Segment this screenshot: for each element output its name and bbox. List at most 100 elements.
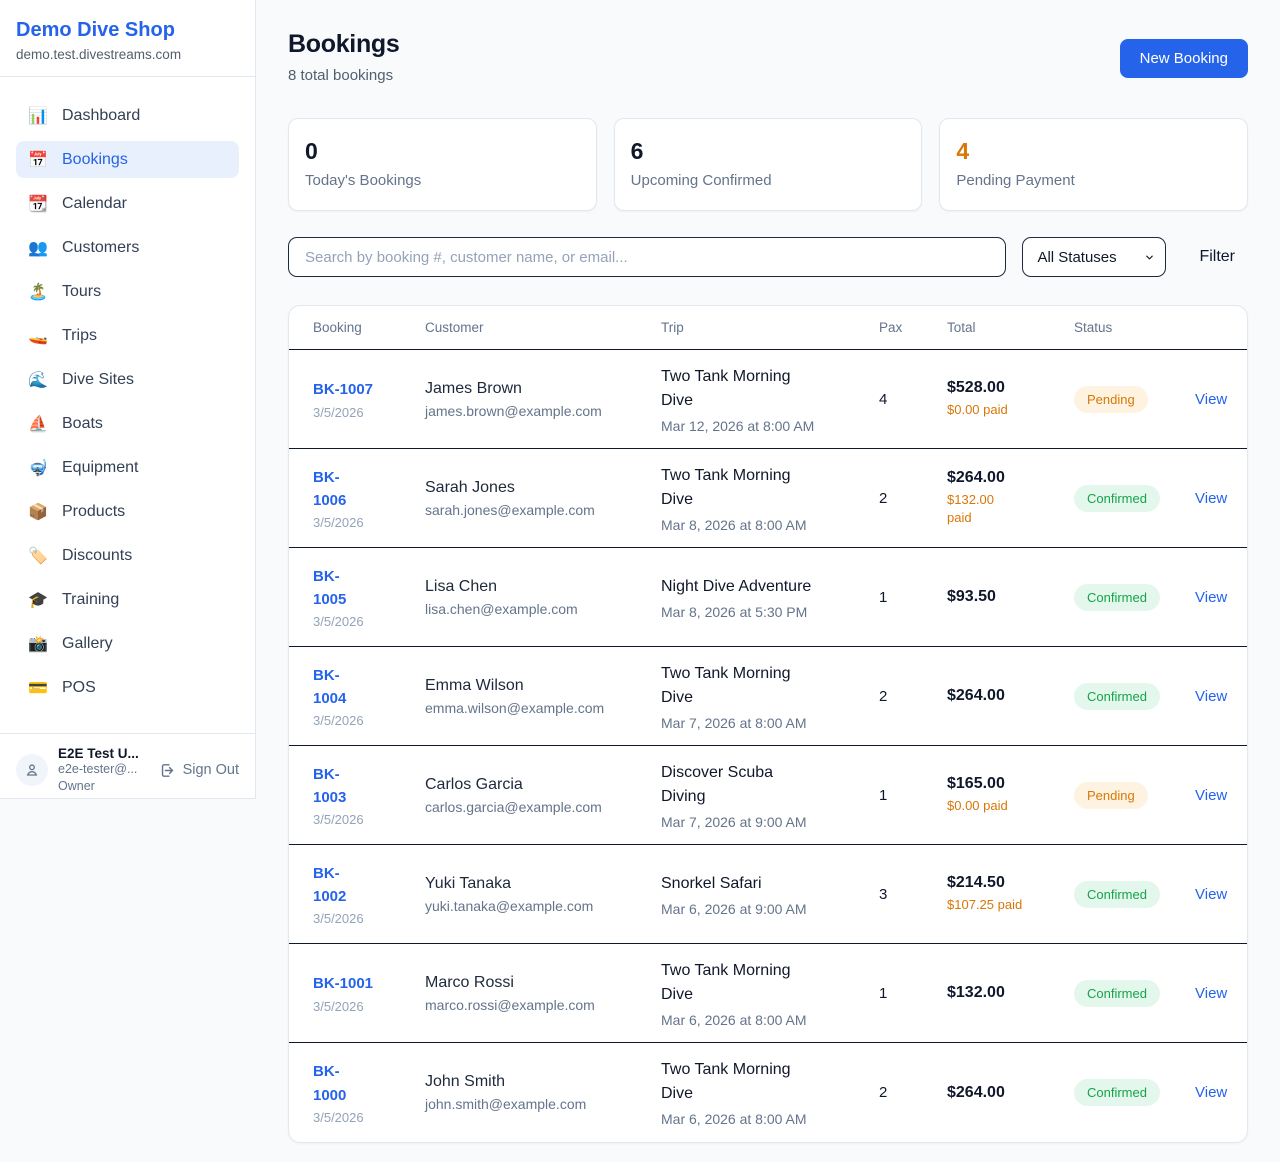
customer-cell: Yuki Tanaka yuki.tanaka@example.com: [425, 875, 661, 914]
view-link[interactable]: View: [1195, 589, 1227, 606]
stat-value: 0: [305, 138, 580, 165]
bar-chart-icon: 📊: [28, 106, 48, 126]
sidebar-item-boats[interactable]: ⛵ Boats: [16, 405, 239, 442]
customer-email: john.smith@example.com: [425, 1096, 661, 1112]
search-input[interactable]: [288, 237, 1006, 277]
trip-name: Two Tank Morning Dive: [661, 1058, 879, 1106]
trip-datetime: Mar 8, 2026 at 8:00 AM: [661, 517, 879, 533]
status-filter-select[interactable]: All Statuses: [1022, 237, 1166, 277]
trip-name: Two Tank Morning Dive: [661, 464, 879, 512]
sidebar-item-gallery[interactable]: 📸 Gallery: [16, 625, 239, 662]
customer-email: james.brown@example.com: [425, 403, 661, 419]
booking-date: 3/5/2026: [313, 1110, 425, 1125]
sidebar-item-pos[interactable]: 💳 POS: [16, 669, 239, 706]
sidebar-item-customers[interactable]: 👥 Customers: [16, 229, 239, 266]
table-header-row: Booking Customer Trip Pax Total Status: [289, 306, 1247, 350]
table-row: BK-1001 3/5/2026 Marco Rossi marco.rossi…: [289, 944, 1247, 1043]
view-link[interactable]: View: [1195, 985, 1227, 1002]
status-badge: Confirmed: [1074, 485, 1160, 512]
total-amount: $165.00: [947, 775, 1074, 793]
booking-id-link[interactable]: BK-1007: [313, 378, 425, 401]
sidebar-item-products[interactable]: 📦 Products: [16, 493, 239, 530]
booking-id-link[interactable]: BK- 1000: [313, 1060, 425, 1107]
sign-out-button[interactable]: Sign Out: [159, 762, 239, 779]
booking-id-link[interactable]: BK- 1004: [313, 664, 425, 711]
column-header-trip: Trip: [661, 320, 879, 335]
view-link[interactable]: View: [1195, 1084, 1227, 1101]
view-link[interactable]: View: [1195, 391, 1227, 408]
total-amount: $264.00: [947, 687, 1074, 705]
view-link[interactable]: View: [1195, 886, 1227, 903]
table-row: BK- 1006 3/5/2026 Sarah Jones sarah.jone…: [289, 449, 1247, 548]
view-link[interactable]: View: [1195, 490, 1227, 507]
booking-date: 3/5/2026: [313, 713, 425, 728]
view-link[interactable]: View: [1195, 688, 1227, 705]
booking-id-link[interactable]: BK- 1002: [313, 862, 425, 909]
customer-email: emma.wilson@example.com: [425, 700, 661, 716]
stat-value: 4: [956, 138, 1231, 165]
customer-name: Carlos Garcia: [425, 776, 661, 794]
sidebar-item-trips[interactable]: 🚤 Trips: [16, 317, 239, 354]
person-icon: [24, 762, 40, 778]
trip-cell: Snorkel Safari Mar 6, 2026 at 9:00 AM: [661, 872, 879, 917]
booking-id-link[interactable]: BK-1001: [313, 972, 425, 995]
sidebar-item-discounts[interactable]: 🏷️ Discounts: [16, 537, 239, 574]
customer-email: carlos.garcia@example.com: [425, 799, 661, 815]
table-row: BK-1007 3/5/2026 James Brown james.brown…: [289, 350, 1247, 449]
booking-date: 3/5/2026: [313, 812, 425, 827]
status-badge: Confirmed: [1074, 980, 1160, 1007]
brand-name: Demo Dive Shop: [16, 18, 239, 42]
sidebar-item-training[interactable]: 🎓 Training: [16, 581, 239, 618]
booking-date: 3/5/2026: [313, 911, 425, 926]
sidebar-item-equipment[interactable]: 🤿 Equipment: [16, 449, 239, 486]
booking-cell: BK- 1006 3/5/2026: [313, 466, 425, 531]
page-title-block: Bookings 8 total bookings: [288, 30, 400, 84]
total-amount: $528.00: [947, 379, 1074, 397]
view-link[interactable]: View: [1195, 787, 1227, 804]
booking-id-link[interactable]: BK- 1006: [313, 466, 425, 513]
page-title: Bookings: [288, 30, 400, 59]
trip-name: Night Dive Adventure: [661, 575, 879, 599]
new-booking-button[interactable]: New Booking: [1120, 39, 1248, 78]
status-badge: Confirmed: [1074, 683, 1160, 710]
user-email: e2e-tester@...: [58, 761, 154, 778]
sidebar-item-dive-sites[interactable]: 🌊 Dive Sites: [16, 361, 239, 398]
customer-name: James Brown: [425, 380, 661, 398]
trip-datetime: Mar 12, 2026 at 8:00 AM: [661, 418, 879, 434]
user-area: E2E Test U... e2e-tester@... Owner Sign …: [0, 733, 255, 809]
column-header-booking: Booking: [313, 320, 425, 335]
sidebar-item-bookings[interactable]: 📅 Bookings: [16, 141, 239, 178]
trip-name: Two Tank Morning Dive: [661, 365, 879, 413]
stat-value: 6: [631, 138, 906, 165]
booking-id-link[interactable]: BK- 1003: [313, 763, 425, 810]
filter-button[interactable]: Filter: [1199, 248, 1235, 266]
customer-name: Lisa Chen: [425, 578, 661, 596]
column-header-customer: Customer: [425, 320, 661, 335]
booking-id-link[interactable]: BK- 1005: [313, 565, 425, 612]
sidebar-item-label: Equipment: [62, 459, 139, 477]
booking-cell: BK- 1005 3/5/2026: [313, 565, 425, 630]
stats-row: 0 Today's Bookings 6 Upcoming Confirmed …: [288, 118, 1248, 211]
table-row: BK- 1000 3/5/2026 John Smith john.smith@…: [289, 1043, 1247, 1142]
trip-cell: Two Tank Morning Dive Mar 8, 2026 at 8:0…: [661, 464, 879, 533]
trip-cell: Discover Scuba Diving Mar 7, 2026 at 9:0…: [661, 761, 879, 830]
customer-name: Marco Rossi: [425, 974, 661, 992]
sidebar-item-tours[interactable]: 🏝️ Tours: [16, 273, 239, 310]
paid-amount: $107.25 paid: [947, 896, 1074, 914]
sidebar-item-calendar[interactable]: 📆 Calendar: [16, 185, 239, 222]
trip-cell: Two Tank Morning Dive Mar 6, 2026 at 8:0…: [661, 959, 879, 1028]
user-info: E2E Test U... e2e-tester@... Owner: [58, 746, 154, 795]
credit-card-icon: 💳: [28, 678, 48, 698]
sidebar-item-dashboard[interactable]: 📊 Dashboard: [16, 97, 239, 134]
status-cell: Confirmed: [1074, 485, 1195, 512]
sidebar: Demo Dive Shop demo.test.divestreams.com…: [0, 0, 256, 799]
sidebar-item-label: Dive Sites: [62, 371, 134, 389]
status-cell: Confirmed: [1074, 1079, 1195, 1106]
customer-name: John Smith: [425, 1073, 661, 1091]
column-header-status: Status: [1074, 320, 1195, 335]
customer-cell: John Smith john.smith@example.com: [425, 1073, 661, 1112]
column-header-total: Total: [947, 320, 1074, 335]
trip-cell: Two Tank Morning Dive Mar 12, 2026 at 8:…: [661, 365, 879, 434]
trip-cell: Night Dive Adventure Mar 8, 2026 at 5:30…: [661, 575, 879, 620]
total-amount: $264.00: [947, 469, 1074, 487]
